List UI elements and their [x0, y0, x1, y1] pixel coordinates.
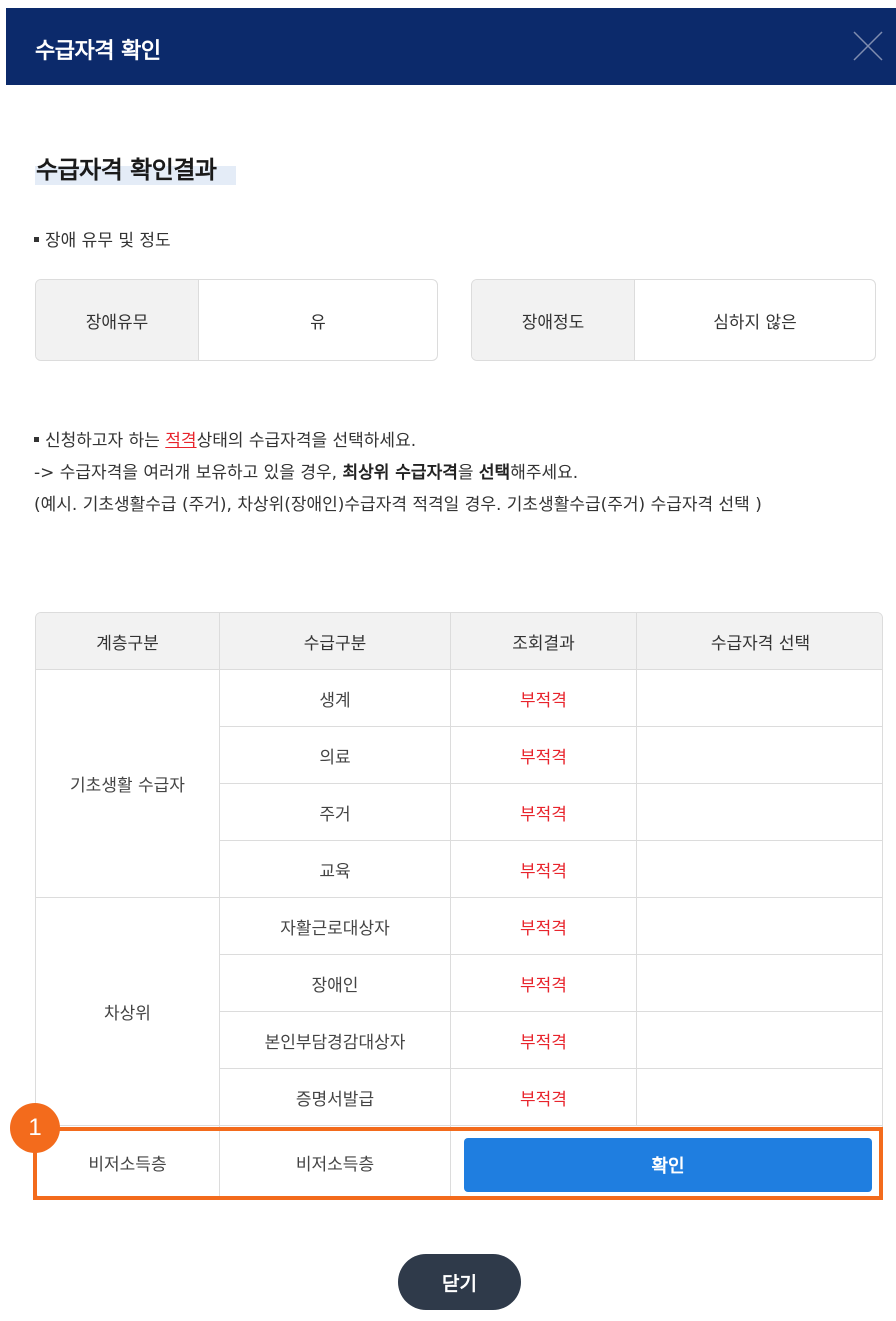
- annotation-badge: 1: [10, 1103, 60, 1153]
- table-type-cell: 증명서발급: [220, 1069, 451, 1126]
- table-select-cell: [637, 727, 882, 784]
- notice-line-3: (예시. 기초생활수급 (주거), 차상위(장애인)수급자격 적격일 경우. 기…: [34, 495, 762, 515]
- table-type-cell: 생계: [220, 670, 451, 727]
- table-type-cell: 의료: [220, 727, 451, 784]
- table-header-cell: 조회결과: [451, 613, 637, 670]
- disability-presence-value: 유: [310, 312, 326, 333]
- table-header-cell: 수급구분: [220, 613, 451, 670]
- disability-presence-box: 장애유무 유: [35, 279, 438, 361]
- table-type-cell: 교육: [220, 841, 451, 898]
- table-result-cell: 부적격: [451, 841, 637, 898]
- section-title: 수급자격 확인결과: [36, 156, 217, 184]
- table-type-cell: 본인부담경감대상자: [220, 1012, 451, 1069]
- table-select-cell: [637, 841, 882, 898]
- table-select-cell: [637, 784, 882, 841]
- table-group-cell: 차상위: [36, 898, 220, 1126]
- notice-text: 해주세요.: [510, 463, 579, 483]
- disability-presence-label: 장애유무: [36, 280, 199, 360]
- disability-heading-text: 장애 유무 및 정도: [45, 231, 171, 251]
- notice-bold-text: 선택: [478, 463, 511, 483]
- table-select-cell: [637, 1012, 882, 1069]
- table-result-cell: 부적격: [451, 784, 637, 841]
- close-icon[interactable]: [850, 28, 886, 64]
- eligibility-table: 계층구분 수급구분 조회결과 수급자격 선택 기초생활 수급자 생계 부적격 의…: [35, 612, 883, 1198]
- annotation-highlight-box: [33, 1127, 883, 1200]
- table-result-cell: 부적격: [451, 670, 637, 727]
- notice-text: 신청하고자 하는: [45, 431, 166, 451]
- table-result-cell: 부적격: [451, 955, 637, 1012]
- table-select-cell: [637, 955, 882, 1012]
- table-result-cell: 부적격: [451, 898, 637, 955]
- notice-text: 상태의 수급자격을 선택하세요.: [196, 431, 417, 451]
- disability-heading: 장애 유무 및 정도: [34, 226, 171, 251]
- table-result-cell: 부적격: [451, 1069, 637, 1126]
- notice-line-2: -> 수급자격을 여러개 보유하고 있을 경우, 최상위 수급자격을 선택해주세…: [34, 457, 884, 489]
- disability-degree-label: 장애정도: [472, 280, 635, 360]
- selection-notice: 신청하고자 하는 적격상태의 수급자격을 선택하세요. -> 수급자격을 여러개…: [34, 425, 884, 521]
- disability-degree-value: 심하지 않은: [713, 312, 797, 333]
- bullet-icon: [34, 236, 39, 242]
- table-header-cell: 수급자격 선택: [637, 613, 882, 670]
- table-type-cell: 장애인: [220, 955, 451, 1012]
- close-button[interactable]: 닫기: [398, 1254, 521, 1310]
- bullet-icon: [34, 436, 39, 442]
- dialog-title: 수급자격 확인: [35, 39, 161, 64]
- notice-bold-text: 최상위 수급자격: [342, 463, 458, 483]
- table-result-cell: 부적격: [451, 727, 637, 784]
- notice-text: -> 수급자격을 여러개 보유하고 있을 경우,: [34, 463, 343, 483]
- notice-eligible-word: 적격: [165, 431, 197, 451]
- dialog-header: 수급자격 확인: [6, 8, 896, 85]
- table-type-cell: 주거: [220, 784, 451, 841]
- table-group-cell: 기초생활 수급자: [36, 670, 220, 898]
- notice-line-1: 신청하고자 하는 적격상태의 수급자격을 선택하세요.: [34, 425, 884, 457]
- table-result-cell: 부적격: [451, 1012, 637, 1069]
- table-select-cell: [637, 898, 882, 955]
- disability-degree-box: 장애정도 심하지 않은: [471, 279, 876, 361]
- notice-text: 을: [457, 463, 479, 483]
- table-select-cell: [637, 670, 882, 727]
- table-type-cell: 자활근로대상자: [220, 898, 451, 955]
- table-select-cell: [637, 1069, 882, 1126]
- table-header-cell: 계층구분: [36, 613, 220, 670]
